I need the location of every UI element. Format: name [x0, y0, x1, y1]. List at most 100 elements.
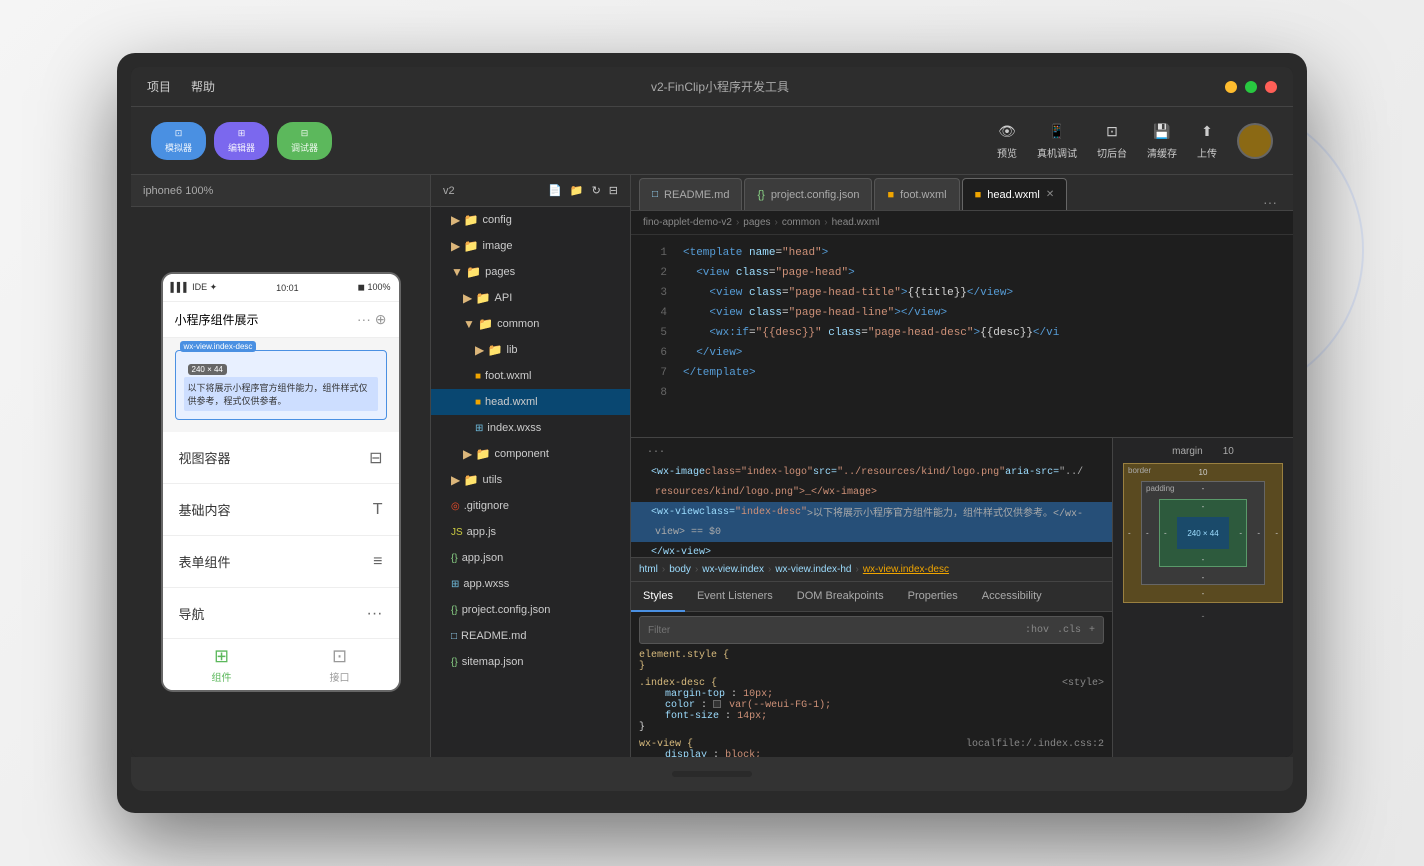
styles-tab[interactable]: Styles [631, 582, 685, 612]
file-item-config[interactable]: ▶ 📁 config [431, 207, 630, 233]
html-line-1: ··· [631, 442, 1112, 462]
json-icon: {} [451, 657, 458, 668]
refresh-icon[interactable]: ↻ [592, 184, 601, 197]
menu-help[interactable]: 帮助 [191, 78, 215, 95]
file-item-api[interactable]: ▶ 📁 API [431, 285, 630, 311]
toolbar-mode-buttons: ⊡ 模拟器 ⊞ 编辑器 ⊟ 调试器 [151, 122, 332, 160]
code-content[interactable]: 1 <template name="head"> 2 <view class="… [631, 235, 1293, 437]
styles-panel: :hov .cls + element.style { } [631, 612, 1112, 757]
minimize-button[interactable] [1225, 81, 1237, 93]
selected-element-highlight[interactable]: wx-view.index-desc 240 × 44 以下将展示小程序官方组件… [175, 350, 387, 420]
box-model-container: margin 10 10 - - - [1113, 438, 1293, 757]
file-item-common[interactable]: ▼ 📁 common [431, 311, 630, 337]
collapse-icon[interactable]: ⊟ [609, 184, 618, 197]
preview-action[interactable]: 👁 预览 [997, 121, 1017, 160]
file-item-foot-wxml[interactable]: ■ foot.wxml [431, 363, 630, 389]
margin-right-val: - [1275, 529, 1278, 538]
new-file-icon[interactable]: 📄 [548, 184, 562, 197]
padding-top-val: - [1202, 502, 1205, 511]
tab-close-icon[interactable]: ✕ [1046, 189, 1054, 200]
file-name: index.wxss [487, 422, 541, 434]
upload-action[interactable]: ⬆ 上传 [1197, 121, 1217, 160]
margin-value: 10 [1223, 446, 1234, 457]
cls-filter[interactable]: .cls [1057, 625, 1081, 636]
menu-bar: 项目 帮助 [147, 78, 215, 95]
file-name: README.md [461, 630, 526, 642]
menu-item-icon-1: T [373, 501, 383, 519]
tab-head-wxml[interactable]: ■ head.wxml ✕ [962, 178, 1068, 210]
tab-readme[interactable]: □ README.md [639, 178, 742, 210]
html-line-wx-view-desc-2[interactable]: view> == $0 [631, 522, 1112, 542]
toolbar: ⊡ 模拟器 ⊞ 编辑器 ⊟ 调试器 👁 预览 [131, 107, 1293, 175]
file-item-app-js[interactable]: JS app.js [431, 519, 630, 545]
file-item-head-wxml[interactable]: ■ head.wxml [431, 389, 630, 415]
file-item-sitemap[interactable]: {} sitemap.json [431, 649, 630, 675]
file-item-app-json[interactable]: {} app.json [431, 545, 630, 571]
accessibility-tab[interactable]: Accessibility [970, 582, 1054, 612]
margin-box-label: border [1128, 466, 1151, 475]
file-name: config [483, 214, 512, 226]
properties-tab[interactable]: Properties [896, 582, 970, 612]
menu-item-form[interactable]: 表单组件 ≡ [163, 536, 399, 588]
el-bc-html[interactable]: html [639, 564, 658, 575]
dom-breakpoints-tab[interactable]: DOM Breakpoints [785, 582, 896, 612]
close-button[interactable] [1265, 81, 1277, 93]
file-item-gitignore[interactable]: ◎ .gitignore [431, 493, 630, 519]
background-action[interactable]: ⊡ 切后台 [1097, 121, 1127, 160]
menu-item-view-container[interactable]: 视图容器 ⊟ [163, 432, 399, 484]
file-item-pages[interactable]: ▼ 📁 pages [431, 259, 630, 285]
el-bc-wx-view-index[interactable]: wx-view.index [702, 564, 764, 575]
html-line-wx-view-desc[interactable]: <wx-view class= "index-desc" >以下将展示小程序官方… [631, 502, 1112, 522]
html-line-close-wx-view[interactable]: </wx-view> [631, 542, 1112, 558]
index-desc-style-block: .index-desc { <style> margin-top : 10px; [639, 678, 1104, 733]
tab-more-icon[interactable]: ··· [1255, 194, 1285, 210]
tab-head-label: head.wxml [987, 189, 1040, 201]
el-bc-wx-view-index-hd[interactable]: wx-view.index-hd [775, 564, 851, 575]
styles-filter-input[interactable] [648, 625, 1017, 636]
readme-tab-icon: □ [652, 189, 658, 200]
js-icon: JS [451, 527, 463, 538]
simulator-button[interactable]: ⊡ 模拟器 [151, 122, 206, 160]
tab-project-config[interactable]: {} project.config.json [744, 178, 872, 210]
hover-filter[interactable]: :hov [1025, 625, 1049, 636]
box-model-panel: margin 10 10 - - - [1113, 438, 1293, 757]
maximize-button[interactable] [1245, 81, 1257, 93]
css-source-2: localfile:/.index.css:2 [966, 739, 1104, 750]
padding-bottom-val: - [1202, 555, 1205, 564]
file-item-image[interactable]: ▶ 📁 image [431, 233, 630, 259]
file-item-utils[interactable]: ▶ 📁 utils [431, 467, 630, 493]
tab-foot-wxml[interactable]: ■ foot.wxml [874, 178, 959, 210]
file-item-index-wxss[interactable]: ⊞ index.wxss [431, 415, 630, 441]
event-listeners-tab[interactable]: Event Listeners [685, 582, 785, 612]
editor-button[interactable]: ⊞ 编辑器 [214, 122, 269, 160]
phone-tab-interface[interactable]: ⊡ 接口 [330, 646, 350, 684]
html-line-wx-image-2[interactable]: resources/kind/logo.png">_</wx-image> [631, 482, 1112, 502]
el-bc-body[interactable]: body [669, 564, 691, 575]
html-line-wx-image[interactable]: <wx-image class= "index-logo" src= "../r… [631, 462, 1112, 482]
device-debug-action[interactable]: 📱 真机调试 [1037, 121, 1077, 160]
user-avatar[interactable] [1237, 123, 1273, 159]
editor-icon: ⊞ [238, 128, 246, 139]
css-prop-font-size: font-size : 14px; [639, 711, 1104, 722]
filter-options: :hov .cls + [1025, 625, 1095, 636]
phone-tab-component[interactable]: ⊞ 组件 [212, 646, 232, 684]
upload-label: 上传 [1197, 145, 1217, 160]
clear-cache-action[interactable]: 💾 清缓存 [1147, 121, 1177, 160]
menu-item-basic-content[interactable]: 基础内容 T [163, 484, 399, 536]
file-item-component[interactable]: ▶ 📁 component [431, 441, 630, 467]
debugger-button[interactable]: ⊟ 调试器 [277, 122, 332, 160]
file-item-readme[interactable]: □ README.md [431, 623, 630, 649]
menu-project[interactable]: 项目 [147, 78, 171, 95]
new-folder-icon[interactable]: 📁 [570, 184, 584, 197]
folder-icon: ▼ 📁 [463, 317, 493, 331]
folder-icon: ▶ 📁 [463, 447, 491, 461]
file-item-project-config[interactable]: {} project.config.json [431, 597, 630, 623]
add-filter[interactable]: + [1089, 625, 1095, 636]
margin-top-val: 10 [1199, 468, 1208, 477]
file-name: utils [483, 474, 503, 486]
menu-item-nav[interactable]: 导航 ··· [163, 588, 399, 638]
file-item-lib[interactable]: ▶ 📁 lib [431, 337, 630, 363]
el-bc-wx-view-index-desc[interactable]: wx-view.index-desc [863, 564, 949, 575]
device-label: iphone6 100% [131, 175, 430, 207]
file-item-app-wxss[interactable]: ⊞ app.wxss [431, 571, 630, 597]
